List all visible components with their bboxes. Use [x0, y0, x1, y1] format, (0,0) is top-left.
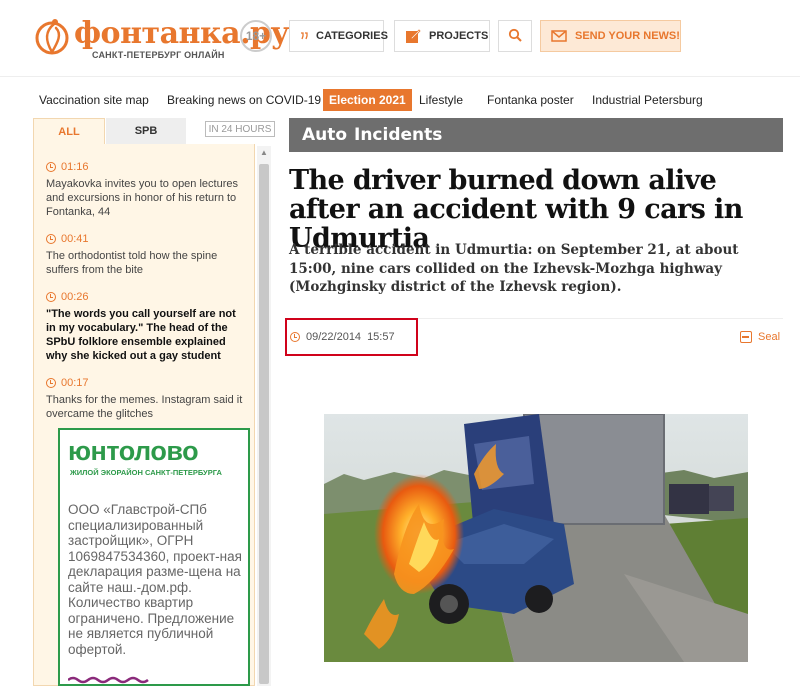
ad-tagline: ЖИЛОЙ ЭКОРАЙОН САНКТ-ПЕТЕРБУРГА	[70, 468, 222, 477]
news-item[interactable]: 00:41 The orthodontist told how the spin…	[46, 232, 246, 277]
news-time: 00:41	[61, 233, 89, 245]
scroll-thumb[interactable]	[259, 164, 269, 684]
projects-button[interactable]: PROJECTS	[394, 20, 490, 52]
quote-icon	[300, 32, 308, 40]
date-highlight-box	[285, 318, 418, 356]
search-icon	[508, 28, 522, 45]
news-time: 00:26	[61, 291, 89, 303]
rubric-bar: Auto Incidents	[289, 118, 783, 152]
search-button[interactable]	[498, 20, 532, 52]
nav-item-vaccination[interactable]: Vaccination site map	[39, 89, 149, 111]
nav-item-lifestyle[interactable]: Lifestyle	[419, 89, 463, 111]
range-24-hours[interactable]: IN 24 HOURS	[205, 121, 275, 137]
ad-wave-icon	[68, 676, 149, 684]
rubric-incidents[interactable]: Incidents	[354, 118, 442, 152]
clock-icon	[46, 234, 56, 244]
categories-button[interactable]: CATEGORIES	[289, 20, 388, 52]
news-scrollbar[interactable]: ▲	[257, 146, 271, 686]
logo-subtitle: САНКТ-ПЕТЕРБУРГ ОНЛАЙН	[92, 50, 225, 60]
nav-item-election[interactable]: Election 2021	[323, 89, 412, 111]
article-photo[interactable]	[324, 414, 748, 662]
print-label: Seal	[758, 331, 781, 343]
print-button[interactable]: Seal	[740, 331, 780, 343]
nav-item-covid[interactable]: Breaking news on COVID-19	[167, 89, 321, 111]
print-icon	[740, 331, 752, 343]
rubric-auto[interactable]: Auto	[302, 118, 347, 152]
projects-label: PROJECTS	[429, 30, 489, 42]
nav-item-poster[interactable]: Fontanka poster	[487, 89, 574, 111]
news-title[interactable]: "The words you call yourself are not in …	[46, 307, 246, 363]
advertisement-banner[interactable]: юнтолово ЖИЛОЙ ЭКОРАЙОН САНКТ-ПЕТЕРБУРГА…	[58, 428, 250, 686]
article-lead: A terrible accident in Udmurtia: on Sept…	[289, 242, 739, 295]
main-navigation: Vaccination site map Breaking news on CO…	[0, 76, 800, 122]
fountain-logo-icon	[35, 19, 69, 55]
news-title[interactable]: The orthodontist told how the spine suff…	[46, 249, 246, 277]
send-news-label: SEND YOUR NEWS!	[575, 30, 680, 42]
news-title[interactable]: Mayakovka invites you to open lectures a…	[46, 177, 246, 219]
news-time: 01:16	[61, 161, 89, 173]
article-headline: The driver burned down alive after an ac…	[289, 165, 743, 254]
mail-icon	[551, 30, 567, 42]
news-title[interactable]: Thanks for the memes. Instagram said it …	[46, 393, 246, 421]
pencil-icon	[405, 28, 421, 44]
nav-item-industrial[interactable]: Industrial Petersburg	[592, 89, 703, 111]
ad-brand-logo: юнтолово	[68, 436, 199, 466]
categories-label: CATEGORIES	[316, 30, 388, 42]
clock-icon	[46, 162, 56, 172]
site-logo[interactable]: фонтанка.ру САНКТ-ПЕТЕРБУРГ ОНЛАЙН	[30, 14, 290, 64]
ad-disclaimer: ООО «Главстрой-СПб специализированный за…	[68, 502, 242, 657]
clock-icon	[46, 292, 56, 302]
news-time: 00:17	[61, 377, 89, 389]
news-item[interactable]: 00:17 Thanks for the memes. Instagram sa…	[46, 376, 246, 421]
news-item[interactable]: 00:26 "The words you call yourself are n…	[46, 290, 246, 363]
scroll-up-arrow-icon[interactable]: ▲	[257, 146, 271, 160]
age-rating-badge: 18+	[240, 20, 272, 52]
tab-all[interactable]: ALL	[33, 118, 105, 144]
clock-icon	[46, 378, 56, 388]
feed-tabs: ALL SPB IN 24 HOURS	[33, 118, 275, 144]
news-item[interactable]: 01:16 Mayakovka invites you to open lect…	[46, 160, 246, 219]
send-news-button[interactable]: SEND YOUR NEWS!	[540, 20, 681, 52]
tab-spb[interactable]: SPB	[106, 118, 186, 144]
